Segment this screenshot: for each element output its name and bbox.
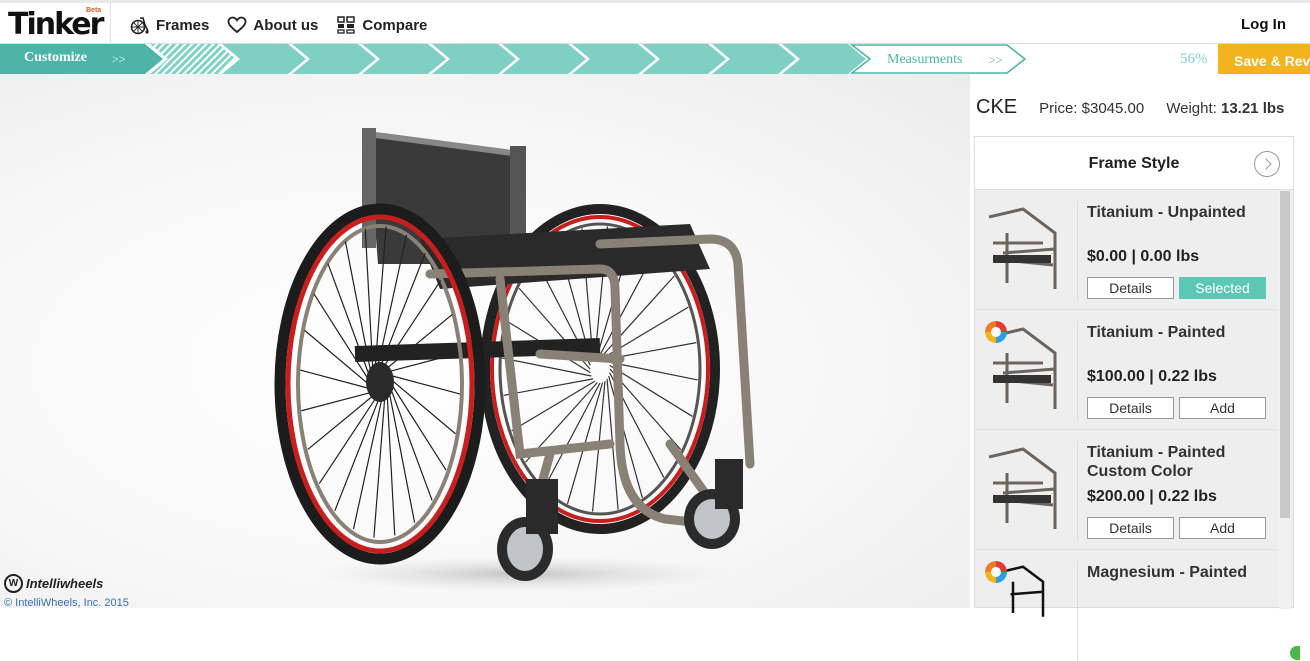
compare-grid-icon bbox=[337, 16, 356, 34]
nav-frames[interactable]: Frames bbox=[130, 15, 209, 35]
scroll-indicator bbox=[1290, 646, 1300, 660]
intelliwheels-name: Intelliwheels bbox=[26, 576, 104, 591]
wheel-spoke bbox=[327, 263, 371, 379]
paint-palette-icon bbox=[985, 321, 1007, 343]
wheel-spoke bbox=[307, 393, 376, 450]
wheel-spoke bbox=[511, 380, 596, 432]
wheel-spoke bbox=[300, 369, 372, 390]
details-button[interactable]: Details bbox=[1087, 397, 1174, 419]
wheel-spoke bbox=[373, 394, 386, 538]
panel-title: Frame Style bbox=[1088, 155, 1180, 172]
heart-icon bbox=[227, 16, 247, 34]
option-divider bbox=[1077, 321, 1078, 421]
details-button[interactable]: Details bbox=[1087, 277, 1174, 299]
option-name: Titanium - Painted Custom Color bbox=[1087, 444, 1226, 480]
selected-button[interactable]: Selected bbox=[1179, 277, 1266, 299]
wheelchair-3d-viewer[interactable] bbox=[0, 74, 1300, 660]
wheel-spoke bbox=[334, 395, 381, 511]
copyright-link[interactable]: © IntelliWheels, Inc. 2015 bbox=[4, 597, 129, 609]
wheel-spoke bbox=[352, 395, 384, 530]
panel-header: Frame Style bbox=[975, 137, 1293, 190]
intelliwheels-logo-icon: W bbox=[4, 574, 23, 593]
main-nav: Frames About us Compare bbox=[130, 15, 427, 35]
option-name: Titanium - Unpainted bbox=[1087, 204, 1246, 221]
price-value: $3045.00 bbox=[1081, 100, 1145, 117]
nav-compare-label: Compare bbox=[362, 16, 428, 34]
wheel-spoke bbox=[389, 385, 433, 501]
weight-summary: Weight: 13.21 lbs bbox=[1166, 100, 1284, 117]
login-link[interactable]: Log In bbox=[1241, 16, 1286, 33]
option-price: $0.00 | 0.00 lbs bbox=[1087, 248, 1200, 265]
wheel-spoke bbox=[318, 395, 378, 484]
model-name: CKE bbox=[976, 96, 1018, 118]
details-button[interactable]: Details bbox=[1087, 517, 1174, 539]
progress-percent: 56% bbox=[1180, 51, 1208, 67]
wheel-spoke bbox=[384, 314, 453, 371]
paint-palette-icon bbox=[985, 561, 1007, 583]
wheelchair-model[interactable] bbox=[270, 114, 790, 594]
frame-style-panel: Frame Style Titanium - Unpainted $0.00 |… bbox=[974, 136, 1294, 661]
weight-value: 13.21 lbs bbox=[1220, 100, 1285, 117]
option-name: Titanium - Painted bbox=[1087, 324, 1226, 341]
option-titanium-painted[interactable]: Titanium - Painted $100.00 | 0.22 lbs De… bbox=[975, 311, 1278, 430]
option-divider bbox=[1077, 441, 1078, 541]
option-name: Magnesium - Painted bbox=[1087, 564, 1248, 581]
nav-about-us[interactable]: About us bbox=[227, 15, 318, 35]
wheel-spoke bbox=[301, 391, 374, 412]
step-measurements-label: Measurments bbox=[887, 52, 963, 67]
logo-beta-badge: Beta bbox=[86, 7, 102, 14]
nav-compare[interactable]: Compare bbox=[336, 15, 427, 35]
option-divider bbox=[1077, 561, 1078, 661]
option-price: $100.00 | 0.22 lbs bbox=[1087, 368, 1217, 385]
wheel-spoke bbox=[313, 293, 371, 383]
option-divider bbox=[1077, 201, 1078, 301]
wheelchair-icon bbox=[130, 17, 149, 35]
wheel-spoke bbox=[544, 382, 601, 488]
option-titanium-custom-color[interactable]: Titanium - Painted Custom Color $200.00 … bbox=[975, 431, 1278, 550]
frame-thumbnail-icon bbox=[988, 207, 1057, 289]
price-label: Price: bbox=[1039, 100, 1078, 117]
wheel-spoke bbox=[388, 374, 460, 395]
next-section-chevron-icon[interactable] bbox=[1254, 151, 1280, 177]
intelliwheels-brand: W Intelliwheels bbox=[4, 574, 103, 593]
option-titanium-unpainted[interactable]: Titanium - Unpainted $0.00 | 0.00 lbs De… bbox=[975, 191, 1278, 310]
save-review-button[interactable]: Save & Review bbox=[1218, 44, 1310, 74]
add-button[interactable]: Add bbox=[1179, 397, 1266, 419]
model-summary: CKE Price: $3045.00 Weight: 13.21 lbs bbox=[976, 96, 1284, 119]
nav-frames-label: Frames bbox=[156, 16, 210, 34]
wheel-spoke bbox=[389, 377, 456, 435]
price-summary: Price: $3045.00 bbox=[1039, 100, 1144, 117]
weight-label: Weight: bbox=[1166, 100, 1217, 117]
nav-about-us-label: About us bbox=[253, 16, 319, 34]
add-button[interactable]: Add bbox=[1179, 517, 1266, 539]
step-chevrons bbox=[0, 44, 1027, 74]
panel-scrollbar-thumb[interactable] bbox=[1280, 191, 1290, 518]
nav-divider bbox=[110, 3, 111, 47]
wheel-spoke bbox=[389, 381, 447, 471]
step-current-label: Customize bbox=[24, 50, 87, 65]
option-magnesium-painted[interactable]: Magnesium - Painted bbox=[975, 551, 1278, 661]
remaining-steps bbox=[222, 44, 866, 74]
option-price: $200.00 | 0.22 lbs bbox=[1087, 488, 1217, 505]
frame-thumbnail-icon bbox=[988, 447, 1057, 529]
step-measurements-arrows: >> bbox=[989, 53, 1003, 67]
customize-step-bar: Customize >> Measurments >> bbox=[0, 44, 1310, 74]
top-navigation-bar: Tinker Beta Frames About us Compare Log … bbox=[0, 0, 1310, 47]
step-current-arrows: >> bbox=[112, 52, 126, 66]
